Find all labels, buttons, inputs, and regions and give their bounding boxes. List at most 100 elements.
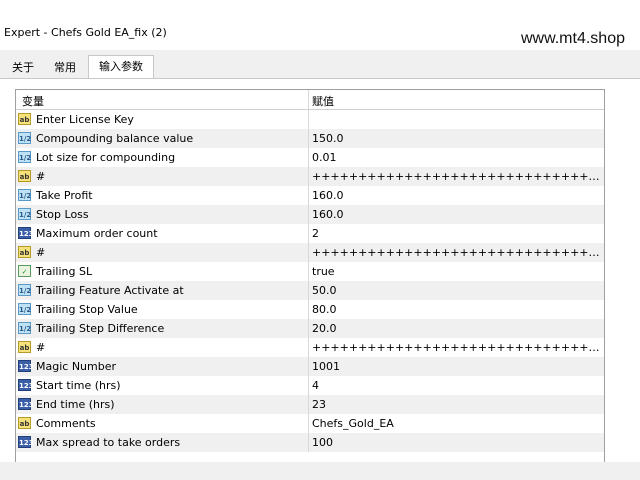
integer-type-icon: 123 <box>18 436 34 448</box>
table-row[interactable]: 123 Magic Number 1001 <box>16 357 604 376</box>
parameter-value[interactable]: 50.0 <box>312 284 600 297</box>
parameter-value[interactable]: 160.0 <box>312 189 600 202</box>
column-divider <box>308 224 309 243</box>
double-type-icon: 1/2 <box>18 208 31 220</box>
integer-type-icon: 123 <box>18 360 34 372</box>
bool-type-icon: ✓ <box>18 265 31 277</box>
column-divider <box>308 376 309 395</box>
parameter-value[interactable]: 20.0 <box>312 322 600 335</box>
column-divider <box>308 110 309 129</box>
parameter-value[interactable]: ++++++++++++++++++++++++++++++++++++++++… <box>312 170 600 183</box>
double-type-icon: 1/2 <box>18 132 31 144</box>
parameter-value[interactable]: 23 <box>312 398 600 411</box>
column-divider <box>308 357 309 376</box>
integer-type-icon: 123 <box>18 227 34 239</box>
table-row[interactable]: 123 Start time (hrs) 4 <box>16 376 604 395</box>
table-row[interactable]: 123 Max spread to take orders 100 <box>16 433 604 452</box>
parameter-name: Max spread to take orders <box>36 436 181 449</box>
parameter-name: Stop Loss <box>36 208 89 221</box>
parameter-name: Compounding balance value <box>36 132 194 145</box>
string-type-icon: ab <box>18 246 31 258</box>
parameter-name: Trailing Step Difference <box>36 322 165 335</box>
parameter-value[interactable]: 4 <box>312 379 600 392</box>
tab-common[interactable]: 常用 <box>44 58 86 78</box>
parameter-value[interactable]: 100 <box>312 436 600 449</box>
table-row[interactable]: 1/2 Stop Loss 160.0 <box>16 205 604 224</box>
parameter-value[interactable]: 1001 <box>312 360 600 373</box>
column-divider <box>308 395 309 414</box>
parameter-name: Trailing SL <box>36 265 93 278</box>
column-divider <box>308 186 309 205</box>
grid-header: 变量 赋值 <box>16 90 604 110</box>
table-row[interactable]: 1/2 Lot size for compounding 0.01 <box>16 148 604 167</box>
parameter-value[interactable]: 2 <box>312 227 600 240</box>
table-row[interactable]: 1/2 Trailing Stop Value 80.0 <box>16 300 604 319</box>
column-divider <box>308 205 309 224</box>
table-row[interactable]: ab # +++++++++++++++++++++++++++++++++++++… <box>16 338 604 357</box>
inputs-panel: 变量 赋值 ab Enter License Key 1/2 Compounding … <box>0 78 640 463</box>
integer-type-icon: 123 <box>18 379 34 391</box>
parameter-name: Magic Number <box>36 360 117 373</box>
string-type-icon: ab <box>18 341 31 353</box>
parameter-name: Lot size for compounding <box>36 151 176 164</box>
parameter-name: Trailing Feature Activate at <box>36 284 184 297</box>
bottom-area <box>0 462 640 480</box>
column-divider <box>308 300 309 319</box>
parameter-value[interactable]: 160.0 <box>312 208 600 221</box>
parameter-name: Take Profit <box>36 189 93 202</box>
tab-about[interactable]: 关于 <box>2 58 44 78</box>
column-divider <box>308 414 309 433</box>
parameter-value[interactable]: true <box>312 265 600 278</box>
watermark: www.mt4.shop <box>520 30 625 47</box>
header-divider[interactable] <box>308 90 309 109</box>
parameter-name: Trailing Stop Value <box>36 303 138 316</box>
parameter-name: Enter License Key <box>36 113 134 126</box>
parameter-value[interactable]: ++++++++++++++++++++++++++++++++++++++++… <box>312 246 600 259</box>
table-row[interactable]: ab # +++++++++++++++++++++++++++++++++++++… <box>16 167 604 186</box>
parameter-name: Maximum order count <box>36 227 158 240</box>
header-value[interactable]: 赋值 <box>312 93 334 109</box>
tab-strip: 关于 常用 输入参数 <box>0 55 640 80</box>
parameter-name: # <box>36 341 46 354</box>
table-row[interactable]: ab Comments Chefs_Gold_EA <box>16 414 604 433</box>
tab-inputs[interactable]: 输入参数 <box>88 55 154 80</box>
double-type-icon: 1/2 <box>18 151 31 163</box>
table-row[interactable]: ab # +++++++++++++++++++++++++++++++++++++… <box>16 243 604 262</box>
parameter-name: # <box>36 170 46 183</box>
double-type-icon: 1/2 <box>18 189 31 201</box>
column-divider <box>308 129 309 148</box>
column-divider <box>308 319 309 338</box>
string-type-icon: ab <box>18 113 31 125</box>
table-row[interactable]: 1/2 Trailing Feature Activate at 50.0 <box>16 281 604 300</box>
double-type-icon: 1/2 <box>18 284 31 296</box>
table-row[interactable]: ✓ Trailing SL true <box>16 262 604 281</box>
parameter-name: Start time (hrs) <box>36 379 121 392</box>
grid-rows: ab Enter License Key 1/2 Compounding balanc… <box>16 110 604 452</box>
parameter-name: Comments <box>36 417 96 430</box>
double-type-icon: 1/2 <box>18 322 31 334</box>
column-divider <box>308 167 309 186</box>
header-variable[interactable]: 变量 <box>22 93 44 109</box>
parameter-value[interactable]: 0.01 <box>312 151 600 164</box>
table-row[interactable]: 123 Maximum order count 2 <box>16 224 604 243</box>
parameter-value[interactable]: 80.0 <box>312 303 600 316</box>
parameter-value[interactable]: Chefs_Gold_EA <box>312 417 600 430</box>
column-divider <box>308 243 309 262</box>
column-divider <box>308 262 309 281</box>
integer-type-icon: 123 <box>18 398 34 410</box>
string-type-icon: ab <box>18 170 31 182</box>
parameter-name: End time (hrs) <box>36 398 115 411</box>
table-row[interactable]: ab Enter License Key <box>16 110 604 129</box>
table-row[interactable]: 123 End time (hrs) 23 <box>16 395 604 414</box>
table-row[interactable]: 1/2 Take Profit 160.0 <box>16 186 604 205</box>
column-divider <box>308 338 309 357</box>
column-divider <box>308 281 309 300</box>
window-title: Expert - Chefs Gold EA_fix (2) <box>4 26 167 39</box>
parameter-name: # <box>36 246 46 259</box>
parameter-value[interactable]: ++++++++++++++++++++++++++++++++++++++++… <box>312 341 600 354</box>
string-type-icon: ab <box>18 417 31 429</box>
title-bar: Expert - Chefs Gold EA_fix (2) www.mt4.s… <box>0 0 640 50</box>
parameter-value[interactable]: 150.0 <box>312 132 600 145</box>
table-row[interactable]: 1/2 Compounding balance value 150.0 <box>16 129 604 148</box>
table-row[interactable]: 1/2 Trailing Step Difference 20.0 <box>16 319 604 338</box>
